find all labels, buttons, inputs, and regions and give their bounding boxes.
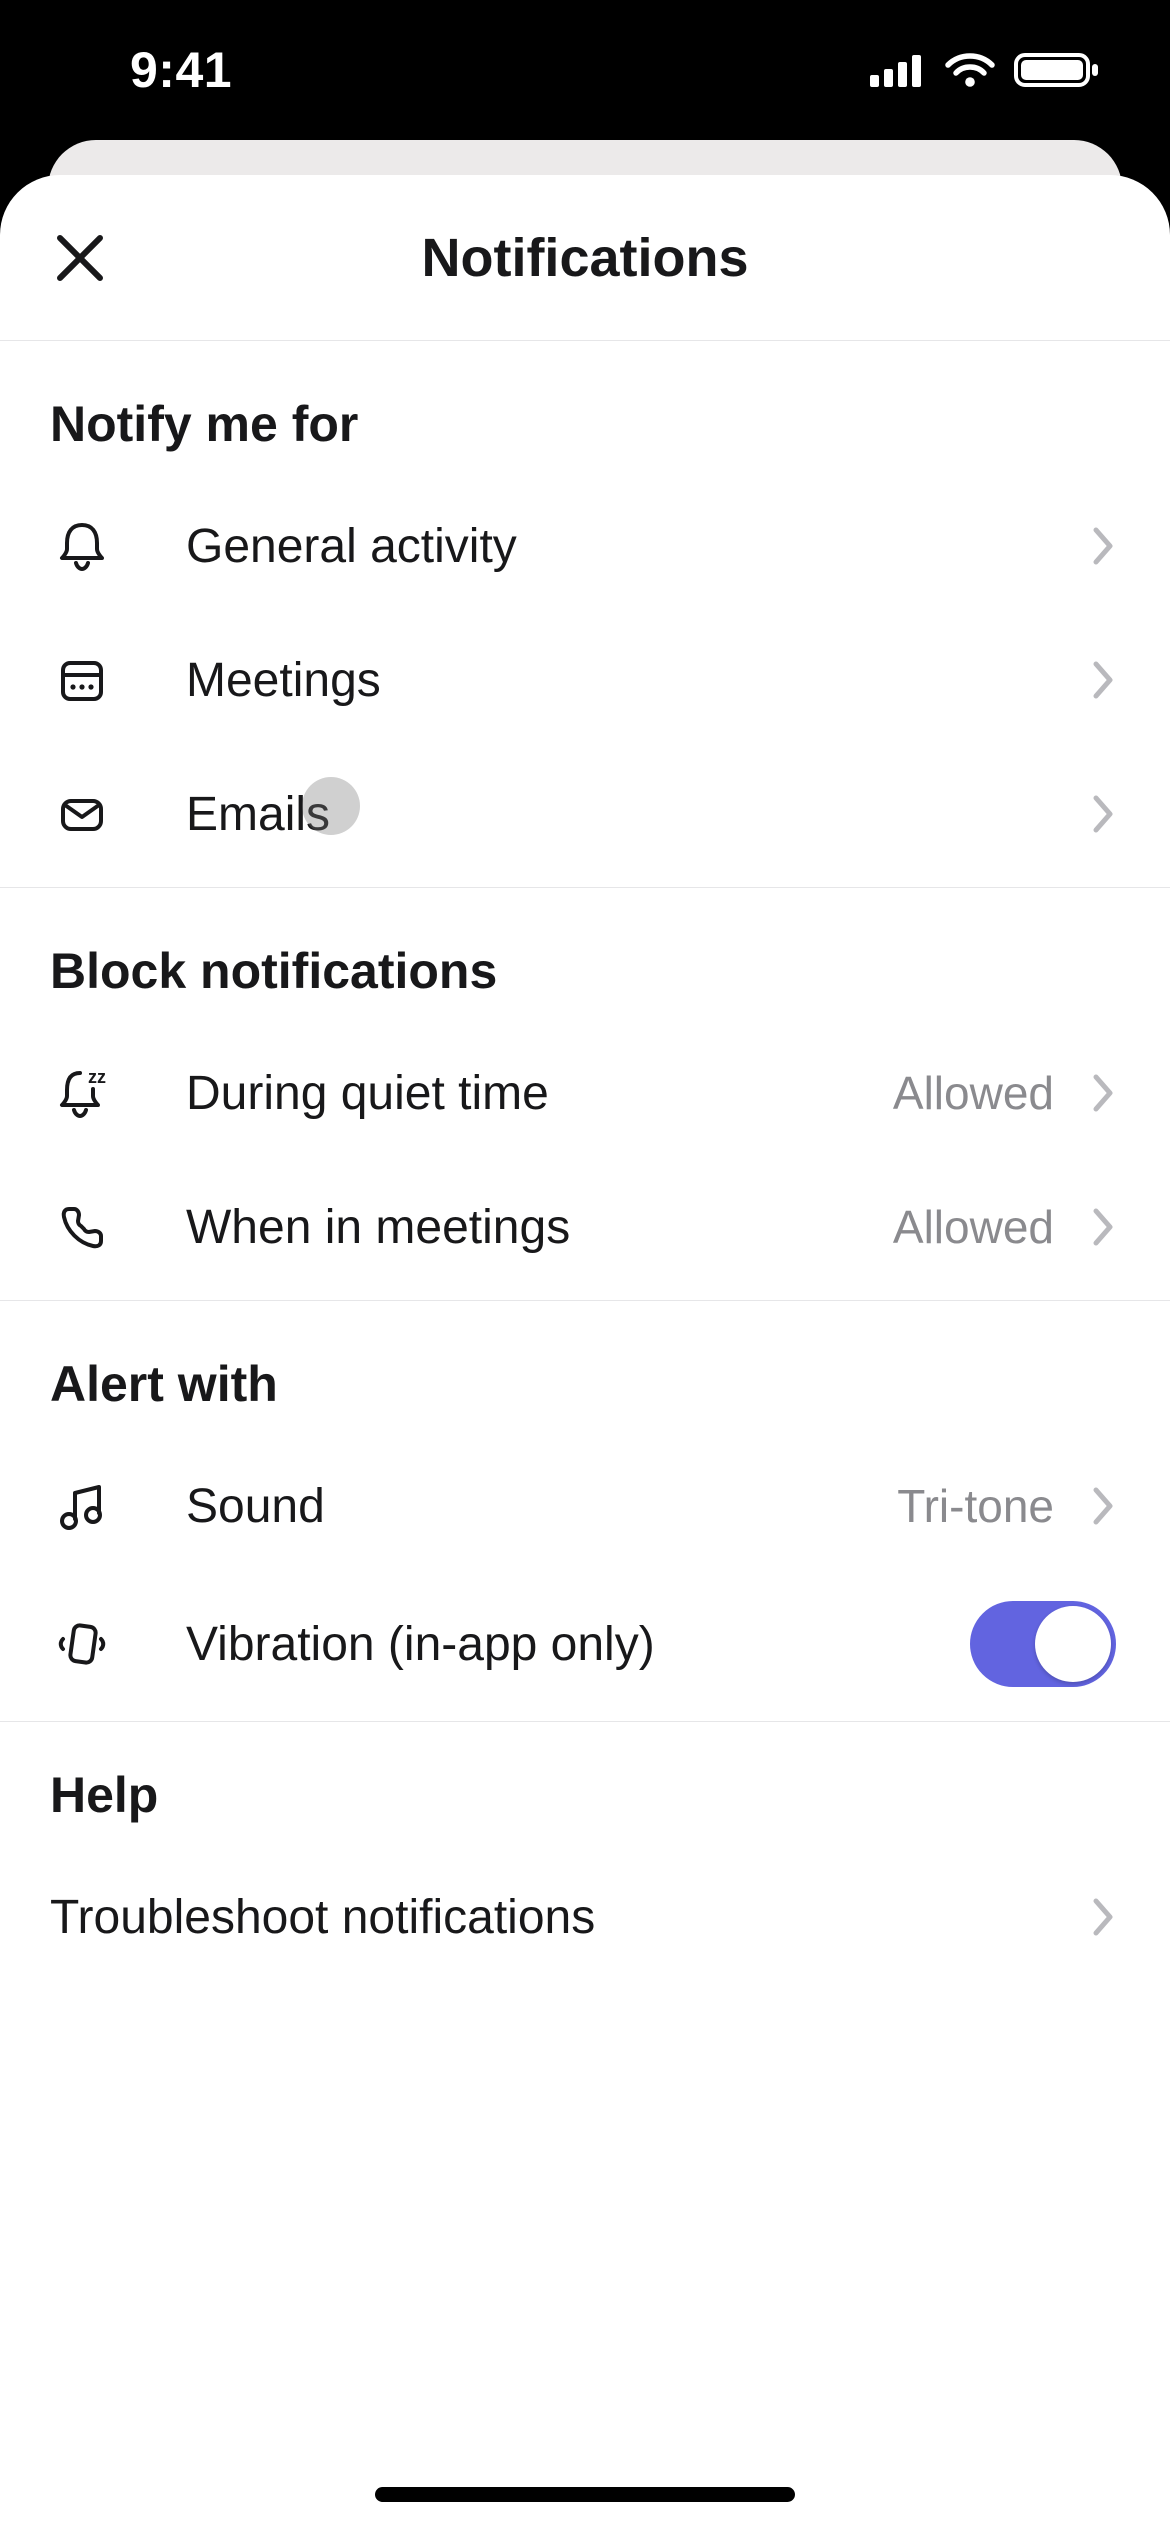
row-value: Allowed: [893, 1200, 1054, 1254]
row-general-activity[interactable]: General activity: [0, 479, 1170, 613]
row-value: Allowed: [893, 1066, 1054, 1120]
row-label: General activity: [186, 519, 1092, 574]
status-icons: [870, 51, 1100, 89]
row-label: Vibration (in-app only): [186, 1617, 970, 1672]
section-header-alert: Alert with: [0, 1301, 1170, 1439]
vibrate-icon: [50, 1612, 114, 1676]
section-help: Help Troubleshoot notifications: [0, 1722, 1170, 1990]
row-emails[interactable]: Emails: [0, 747, 1170, 881]
section-header-help: Help: [0, 1722, 1170, 1850]
close-button[interactable]: [44, 222, 116, 294]
chevron-right-icon: [1092, 660, 1116, 700]
battery-icon: [1014, 51, 1100, 89]
row-label: Meetings: [186, 653, 1092, 708]
phone-icon: [50, 1195, 114, 1259]
status-bar: 9:41: [0, 0, 1170, 140]
chevron-right-icon: [1092, 1897, 1116, 1937]
row-label: During quiet time: [186, 1066, 893, 1121]
row-troubleshoot[interactable]: Troubleshoot notifications: [0, 1850, 1170, 1984]
envelope-icon: [50, 782, 114, 846]
section-alert: Alert with Sound Tri-tone Vibration (in-…: [0, 1301, 1170, 1722]
bell-snooze-icon: zz: [50, 1061, 114, 1125]
chevron-right-icon: [1092, 526, 1116, 566]
row-value: Tri-tone: [897, 1479, 1054, 1533]
row-vibration: Vibration (in-app only): [0, 1573, 1170, 1715]
modal-header: Notifications: [0, 175, 1170, 341]
row-when-in-meetings[interactable]: When in meetings Allowed: [0, 1160, 1170, 1294]
section-notify: Notify me for General activity Meetings: [0, 341, 1170, 888]
close-icon: [52, 230, 108, 286]
chevron-right-icon: [1092, 1207, 1116, 1247]
section-block: Block notifications zz During quiet time…: [0, 888, 1170, 1301]
chevron-right-icon: [1092, 794, 1116, 834]
bell-icon: [50, 514, 114, 578]
section-header-block: Block notifications: [0, 888, 1170, 1026]
calendar-icon: [50, 648, 114, 712]
sheet: Notifications Notify me for General acti…: [0, 175, 1170, 2532]
toggle-knob: [1035, 1606, 1111, 1682]
music-note-icon: [50, 1474, 114, 1538]
chevron-right-icon: [1092, 1486, 1116, 1526]
row-sound[interactable]: Sound Tri-tone: [0, 1439, 1170, 1573]
row-label: Troubleshoot notifications: [50, 1890, 1092, 1945]
section-header-notify: Notify me for: [0, 341, 1170, 479]
row-label: When in meetings: [186, 1200, 893, 1255]
svg-text:zz: zz: [88, 1067, 106, 1087]
row-label: Emails: [186, 787, 1092, 842]
chevron-right-icon: [1092, 1073, 1116, 1113]
cellular-icon: [870, 53, 926, 87]
home-indicator: [375, 2487, 795, 2502]
status-time: 9:41: [60, 41, 232, 99]
row-quiet-time[interactable]: zz During quiet time Allowed: [0, 1026, 1170, 1160]
wifi-icon: [944, 51, 996, 89]
row-meetings[interactable]: Meetings: [0, 613, 1170, 747]
row-label: Sound: [186, 1479, 897, 1534]
vibration-toggle[interactable]: [970, 1601, 1116, 1687]
page-title: Notifications: [421, 227, 748, 289]
